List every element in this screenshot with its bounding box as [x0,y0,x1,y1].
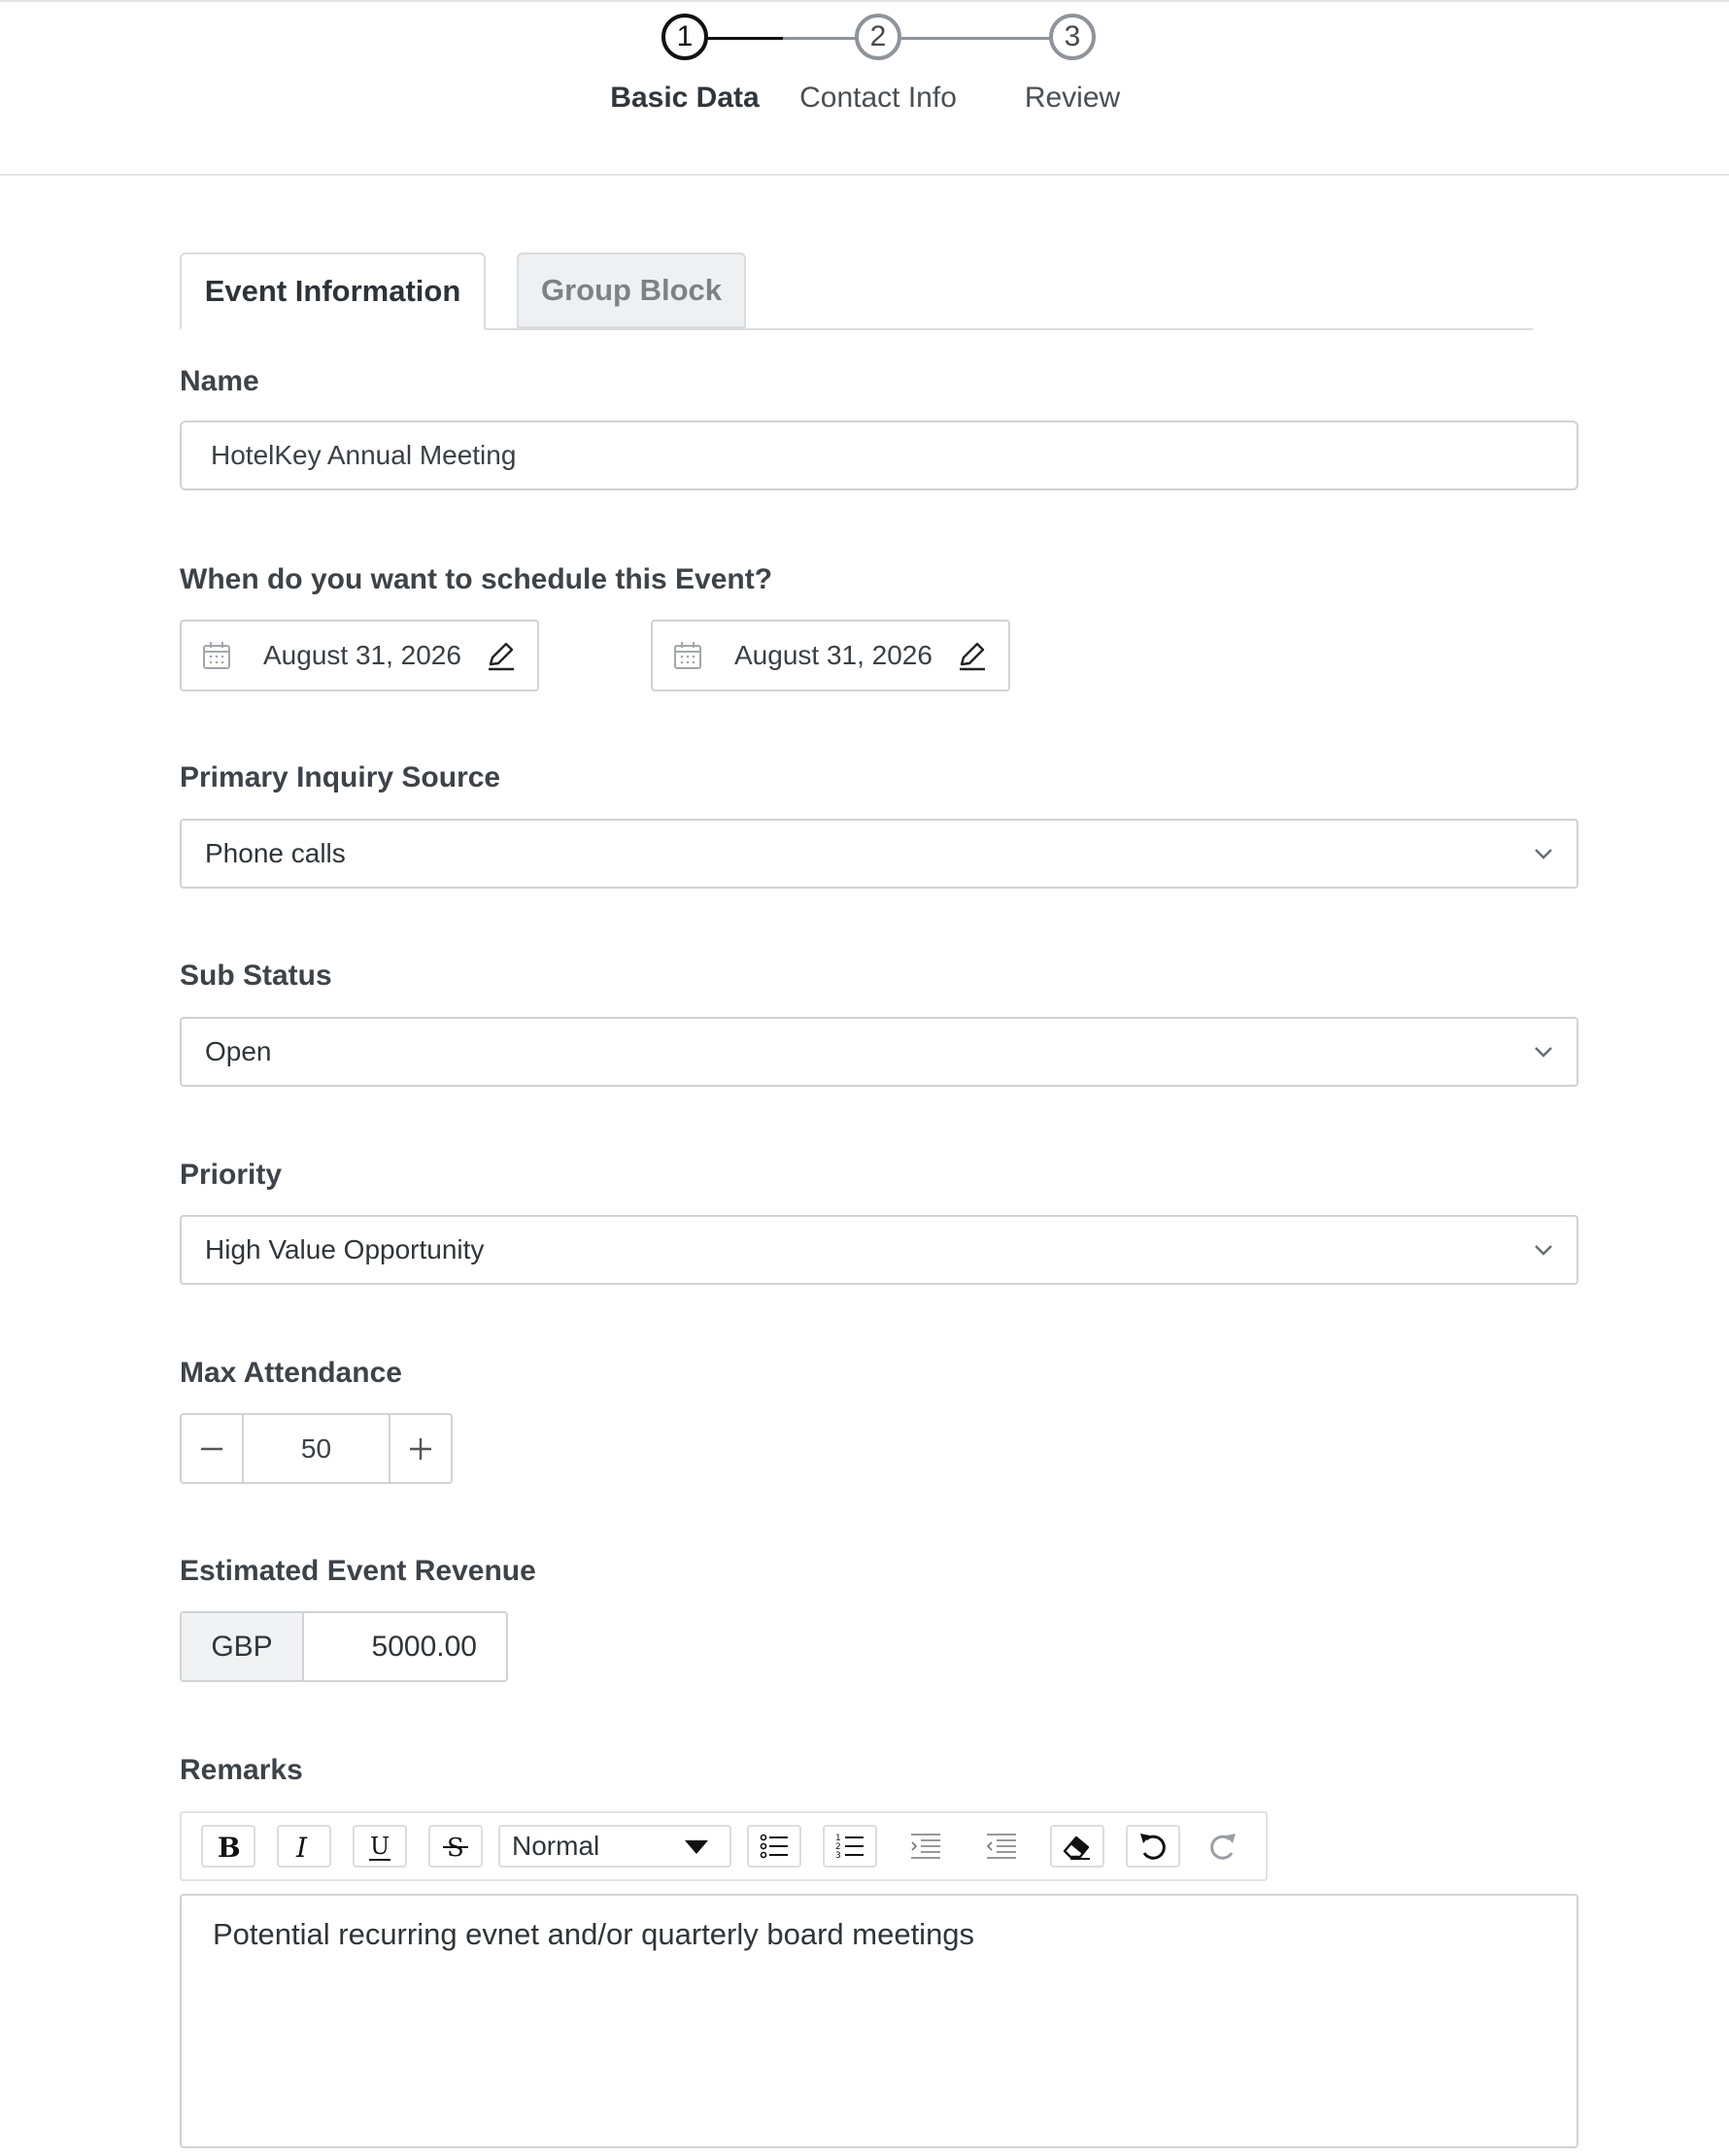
bold-icon: B [218,1832,241,1863]
inquiry-source-value: Phone calls [205,838,346,868]
priority-value: High Value Opportunity [205,1234,485,1264]
redo-icon [1210,1834,1236,1860]
outdent-button[interactable] [974,1825,1029,1868]
bullet-list-icon [760,1834,788,1859]
currency-addon: GBP [182,1613,304,1680]
chevron-down-icon [1535,849,1552,859]
calendar-icon [203,642,230,669]
step-connector [901,37,1055,40]
end-date-value: August 31, 2026 [734,640,932,670]
inquiry-source-label: Primary Inquiry Source [180,761,501,793]
priority-select[interactable]: High Value Opportunity [180,1215,1578,1285]
svg-text:I: I [295,1832,308,1863]
max-attendance-value[interactable]: 50 [242,1415,390,1482]
plus-icon [410,1437,431,1460]
end-date-field[interactable]: August 31, 2026 [651,620,1010,691]
strikethrough-button[interactable]: S [428,1825,483,1868]
sub-status-label: Sub Status [180,960,332,992]
pencil-icon[interactable] [485,639,518,672]
italic-icon: I [295,1832,308,1863]
minus-icon [201,1447,222,1450]
calendar-icon [674,642,701,669]
indent-icon [911,1834,940,1859]
remarks-label: Remarks [180,1754,303,1786]
revenue-label: Estimated Event Revenue [180,1555,536,1587]
pencil-icon[interactable] [956,639,989,672]
remarks-text: Potential recurring evnet and/or quarter… [213,1917,975,1951]
text-format-value: Normal [512,1831,600,1861]
remarks-editor[interactable]: Potential recurring evnet and/or quarter… [180,1894,1578,2148]
decrement-button[interactable] [182,1415,242,1482]
step-connector [707,37,783,40]
inquiry-source-select[interactable]: Phone calls [180,819,1578,889]
bold-button[interactable]: B [201,1825,255,1868]
name-input[interactable]: HotelKey Annual Meeting [180,421,1578,490]
revenue-amount-input[interactable]: 5000.00 [304,1613,506,1680]
step-2-label: Contact Info [799,82,957,114]
sub-status-value: Open [205,1036,272,1066]
svg-text:B: B [218,1832,241,1863]
strikethrough-icon: S [443,1834,468,1863]
svg-text:3: 3 [835,1851,841,1861]
caret-down-icon [685,1840,708,1854]
chevron-down-icon [1535,1047,1552,1058]
max-attendance-label: Max Attendance [180,1357,402,1389]
clear-formatting-button[interactable] [1050,1825,1104,1868]
step-1-indicator[interactable]: 1 [661,14,708,60]
bullet-list-button[interactable] [747,1825,801,1868]
underline-button[interactable]: U [353,1825,407,1868]
underline-icon: U [369,1833,390,1861]
step-3-indicator[interactable]: 3 [1049,14,1096,60]
chevron-down-icon [1535,1245,1552,1256]
schedule-label: When do you want to schedule this Event? [180,563,773,595]
eraser-icon [1063,1836,1090,1860]
redo-button[interactable] [1196,1825,1250,1868]
italic-button[interactable]: I [277,1825,331,1868]
name-label: Name [180,365,259,397]
undo-icon [1140,1834,1166,1860]
svg-text:U: U [370,1833,390,1860]
step-connector [783,37,861,40]
start-date-field[interactable]: August 31, 2026 [180,620,539,691]
revenue-field[interactable]: GBP 5000.00 [180,1611,508,1682]
tab-event-information[interactable]: Event Information [180,253,486,330]
max-attendance-stepper[interactable]: 50 [180,1413,453,1484]
numbered-list-icon: 123 [835,1834,864,1861]
step-3-label: Review [1024,82,1121,114]
numbered-list-button[interactable]: 123 [823,1825,877,1868]
text-format-dropdown[interactable]: Normal [498,1825,731,1868]
tab-group-block[interactable]: Group Block [517,253,746,328]
step-1-label: Basic Data [610,82,760,114]
outdent-icon [986,1834,1016,1859]
priority-label: Priority [180,1159,283,1191]
start-date-value: August 31, 2026 [263,640,461,670]
step-2-indicator[interactable]: 2 [855,14,901,60]
undo-button[interactable] [1126,1825,1180,1868]
indent-button[interactable] [898,1825,953,1868]
increment-button[interactable] [390,1415,451,1482]
sub-status-select[interactable]: Open [180,1017,1578,1087]
rich-text-toolbar: B I U S Normal 123 [180,1811,1268,1881]
